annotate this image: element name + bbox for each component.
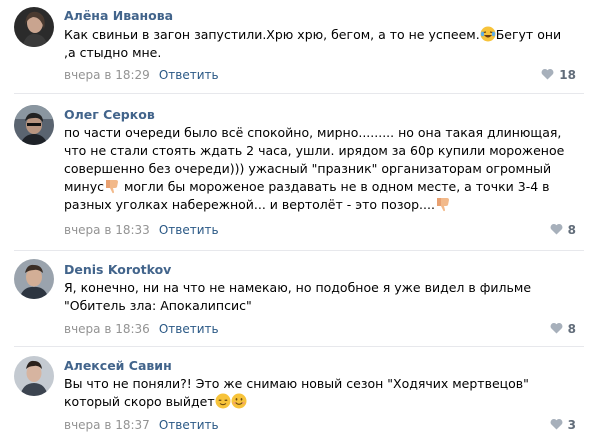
- avatar[interactable]: [14, 105, 54, 145]
- reply-button[interactable]: Ответить: [159, 322, 219, 336]
- relieved-emoji-icon: [215, 393, 231, 409]
- reply-button[interactable]: Ответить: [159, 418, 219, 432]
- comment-author[interactable]: Алёна Иванова: [64, 8, 173, 23]
- like-count: 8: [567, 223, 576, 237]
- comment-time[interactable]: вчера в 18:33: [64, 223, 150, 237]
- heart-icon: [550, 223, 563, 235]
- comment-text: Вы что не поняли?! Это же снимаю новый с…: [64, 375, 579, 411]
- text-line: Вы что не поняли?! Это же снимаю новый с…: [64, 376, 529, 391]
- like-button[interactable]: 8: [550, 322, 576, 336]
- thumbs-down-emoji-icon: [104, 178, 120, 194]
- comment: Алексей Савин Вы что не поняли?! Это же …: [0, 347, 598, 443]
- text-line: Бегут они: [495, 27, 562, 42]
- avatar[interactable]: [14, 356, 54, 396]
- text-line: разных уголках набережной... и вертолёт …: [64, 197, 435, 212]
- text-line: Как свиньи в загон запустили.Хрю хрю, бе…: [64, 27, 480, 42]
- comment-time[interactable]: вчера в 18:29: [64, 68, 150, 82]
- comment-feed: Алёна Иванова Как свиньи в загон запусти…: [0, 0, 598, 443]
- comment: Олег Серков по части очереди было всё сп…: [0, 94, 598, 250]
- comment: Denis Korotkov Я, конечно, ни на что не …: [0, 251, 598, 346]
- avatar[interactable]: [14, 7, 54, 47]
- avatar[interactable]: [14, 259, 54, 299]
- heart-icon: [550, 322, 563, 334]
- text-line: минус: [64, 179, 104, 194]
- reply-button[interactable]: Ответить: [159, 68, 219, 82]
- text-line: Я, конечно, ни на что не намекаю, но под…: [64, 280, 532, 295]
- comment-author[interactable]: Denis Korotkov: [64, 262, 171, 277]
- text-line: могли бы мороженое раздавать не в одном …: [120, 179, 550, 194]
- comment: Алёна Иванова Как свиньи в загон запусти…: [0, 0, 598, 94]
- comment-author[interactable]: Алексей Савин: [64, 358, 172, 373]
- comment-meta: вчера в 18:33 Ответить: [64, 223, 219, 237]
- comment-text: Я, конечно, ни на что не намекаю, но под…: [64, 279, 579, 315]
- text-line: "Обитель зла: Апокалипсис": [64, 298, 252, 313]
- text-line: по части очереди было всё спокойно, мирн…: [64, 125, 562, 140]
- like-button[interactable]: 3: [550, 418, 576, 432]
- text-line: совершенно без очереди))) ужасный "празн…: [64, 161, 552, 176]
- like-count: 3: [567, 418, 576, 432]
- comment-meta: вчера в 18:36 Ответить: [64, 322, 219, 336]
- text-line: ,а стыдно мне.: [64, 45, 162, 60]
- comment-text: по части очереди было всё спокойно, мирн…: [64, 124, 579, 214]
- like-count: 8: [567, 322, 576, 336]
- like-count: 18: [559, 68, 576, 82]
- like-button[interactable]: 18: [541, 68, 576, 82]
- comment-meta: вчера в 18:29 Ответить: [64, 68, 219, 82]
- thumbs-down-emoji-icon: [435, 196, 451, 212]
- comment-text: Как свиньи в загон запустили.Хрю хрю, бе…: [64, 26, 579, 62]
- heart-icon: [541, 68, 554, 80]
- comment-time[interactable]: вчера в 18:37: [64, 418, 150, 432]
- comment-meta: вчера в 18:37 Ответить: [64, 418, 219, 432]
- heart-icon: [550, 418, 563, 430]
- reply-button[interactable]: Ответить: [159, 223, 219, 237]
- like-button[interactable]: 8: [550, 223, 576, 237]
- comment-time[interactable]: вчера в 18:36: [64, 322, 150, 336]
- comment-author[interactable]: Олег Серков: [64, 107, 155, 122]
- text-line: что не стали стоять ждать 2 часа, ушли. …: [64, 143, 565, 158]
- smiling-emoji-icon: [231, 393, 247, 409]
- text-line: который скоро выйдет: [64, 394, 215, 409]
- laughing-crying-emoji-icon: [480, 26, 496, 42]
